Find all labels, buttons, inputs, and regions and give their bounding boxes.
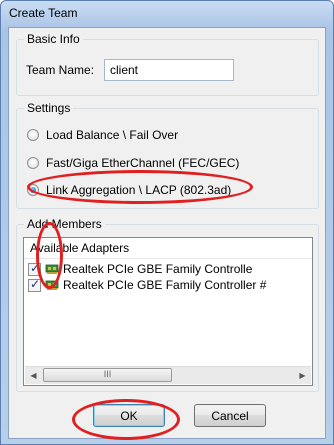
network-adapter-icon <box>45 264 59 274</box>
radio-button-selected[interactable] <box>27 184 39 196</box>
adapter-checkbox[interactable] <box>28 261 41 276</box>
settings-title: Settings <box>24 101 74 115</box>
team-name-label: Team Name: <box>26 63 95 77</box>
adapter-checkbox[interactable] <box>28 277 41 292</box>
radio-button[interactable] <box>27 129 39 141</box>
basic-info-group: Basic Info Team Name: client <box>16 32 319 96</box>
radio-load-balance[interactable]: Load Balance \ Fail Over <box>27 128 178 142</box>
list-item[interactable]: Realtek PCIe GBE Family Controlle <box>28 261 252 277</box>
cancel-button[interactable]: Cancel <box>194 404 266 427</box>
team-name-input[interactable]: client <box>104 59 234 81</box>
adapters-list[interactable]: Available Adapters Realtek PCIe GBE Fami… <box>23 237 313 386</box>
list-item[interactable]: Realtek PCIe GBE Family Controller # <box>28 277 266 293</box>
basic-info-title: Basic Info <box>24 32 83 46</box>
scrollbar-thumb[interactable]: III <box>43 368 172 382</box>
add-members-title: Add Members <box>24 217 105 231</box>
horizontal-scrollbar[interactable]: ◀ III ▶ <box>25 366 311 384</box>
ok-button[interactable]: OK <box>93 404 165 427</box>
list-column-header[interactable]: Available Adapters <box>24 238 312 259</box>
radio-label: Load Balance \ Fail Over <box>46 128 179 142</box>
radio-lacp[interactable]: Link Aggregation \ LACP (802.3ad) <box>27 183 231 197</box>
add-members-group: Add Members Available Adapters Realtek P… <box>16 217 319 392</box>
network-adapter-icon <box>45 280 59 290</box>
radio-label: Link Aggregation \ LACP (802.3ad) <box>46 183 232 197</box>
radio-button[interactable] <box>27 157 39 169</box>
scroll-right-icon[interactable]: ▶ <box>294 367 311 384</box>
scroll-left-icon[interactable]: ◀ <box>25 367 42 384</box>
dialog-window: Create Team Basic Info Team Name: client… <box>0 0 334 445</box>
radio-fec-gec[interactable]: Fast/Giga EtherChannel (FEC/GEC) <box>27 156 239 170</box>
title-bar[interactable]: Create Team <box>1 1 333 27</box>
settings-group: Settings Load Balance \ Fail Over Fast/G… <box>16 101 319 209</box>
radio-label: Fast/Giga EtherChannel (FEC/GEC) <box>46 156 240 170</box>
dialog-body: Basic Info Team Name: client Settings Lo… <box>8 27 326 439</box>
adapter-label: Realtek PCIe GBE Family Controller # <box>63 278 267 292</box>
adapter-label: Realtek PCIe GBE Family Controlle <box>63 262 253 276</box>
window-title: Create Team <box>9 6 78 20</box>
